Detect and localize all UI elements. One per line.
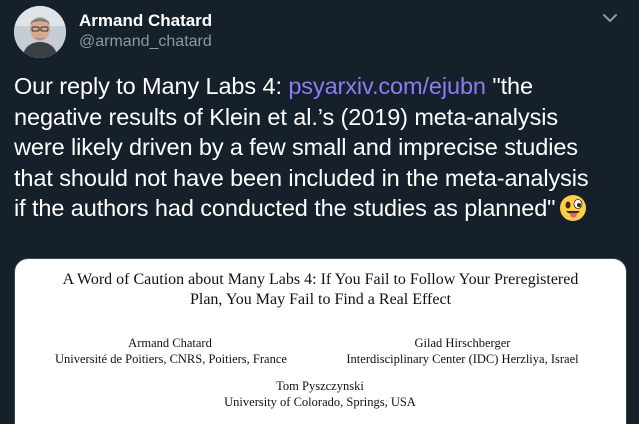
- tweet: Armand Chatard @armand_chatard Our reply…: [0, 0, 639, 424]
- tweet-link[interactable]: psyarxiv.com/ejubn: [288, 73, 486, 99]
- author-name[interactable]: Armand Chatard: [79, 11, 212, 31]
- avatar[interactable]: [14, 6, 66, 58]
- paper-author-affiliation: University of Colorado, Springs, USA: [224, 395, 416, 409]
- paper-author: Armand Chatard Université de Poitiers, C…: [55, 335, 287, 367]
- chevron-down-icon[interactable]: [602, 12, 618, 24]
- paper-author: Gilad Hirschberger Interdisciplinary Cen…: [320, 335, 605, 367]
- paper-author-name: Tom Pyszczynski: [276, 379, 364, 393]
- tweet-text-segment: "the: [485, 73, 533, 99]
- paper-author-affiliation: Université de Poitiers, CNRS, Poitiers, …: [55, 352, 287, 366]
- paper-preview-card[interactable]: A Word of Caution about Many Labs 4: If …: [14, 258, 627, 424]
- paper-title-line: Plan, You May Fail to Find a Real Effect: [189, 291, 452, 308]
- paper-title-line: A Word of Caution about Many Labs 4: If …: [62, 271, 579, 288]
- paper-author-name: Gilad Hirschberger: [414, 336, 511, 350]
- paper-author-name: Armand Chatard: [128, 336, 212, 350]
- tweet-text: Our reply to Many Labs 4: psyarxiv.com/e…: [14, 71, 634, 224]
- tweet-line: if the authors had conducted the studies…: [14, 193, 634, 224]
- tweet-line: that should not have been included in th…: [14, 164, 589, 191]
- paper-author: Tom Pyszczynski University of Colorado, …: [205, 378, 435, 410]
- author-handle[interactable]: @armand_chatard: [79, 33, 212, 51]
- tweet-line: were likely driven by a few small and im…: [14, 134, 578, 160]
- tweet-line: negative results of Klein et al.’s (2019…: [14, 103, 558, 130]
- tweet-line: Our reply to Many Labs 4: psyarxiv.com/e…: [14, 71, 634, 102]
- paper-author-affiliation: Interdisciplinary Center (IDC) Herzliya,…: [346, 352, 579, 366]
- winking-face-with-tongue-icon: [560, 195, 587, 221]
- tweet-text-segment: if the authors had conducted the studies…: [14, 195, 556, 221]
- tweet-text-segment: Our reply to Many Labs 4:: [14, 73, 289, 99]
- paper-title: A Word of Caution about Many Labs 4: If …: [15, 270, 626, 310]
